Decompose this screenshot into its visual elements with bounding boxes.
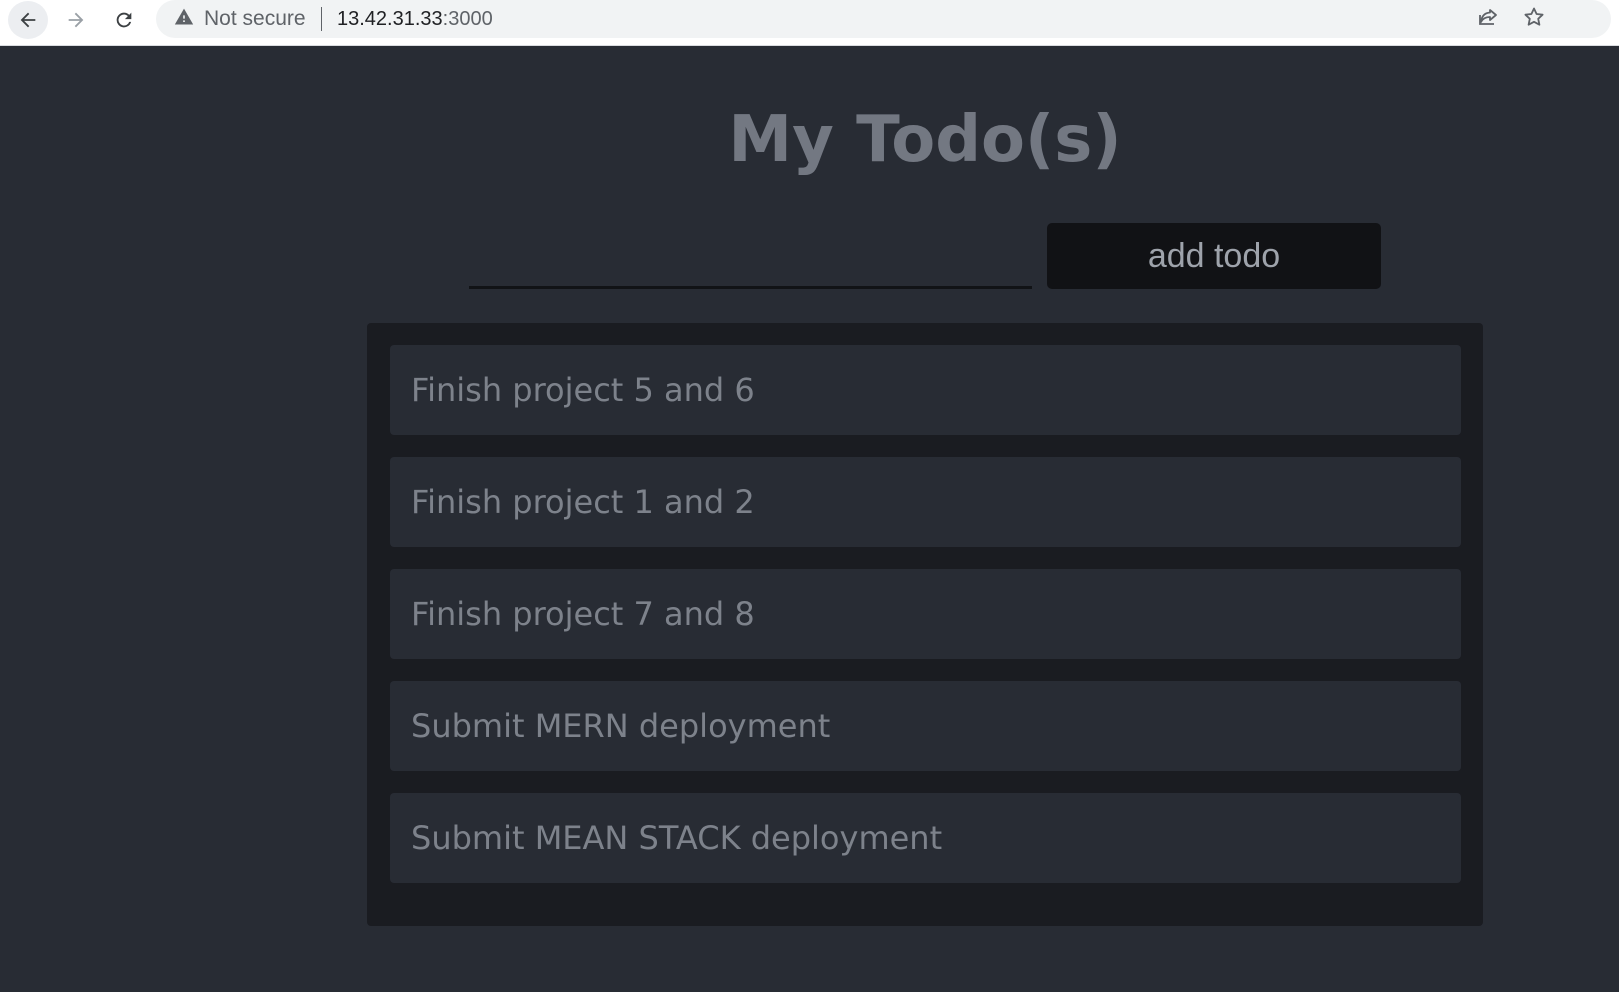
todo-item[interactable]: Finish project 1 and 2 bbox=[390, 457, 1461, 547]
todo-input[interactable] bbox=[469, 228, 1032, 289]
share-button[interactable] bbox=[1473, 4, 1503, 34]
page-title: My Todo(s) bbox=[728, 103, 1122, 177]
add-todo-button[interactable]: add todo bbox=[1047, 223, 1381, 289]
share-icon bbox=[1476, 5, 1500, 33]
reload-button[interactable] bbox=[104, 1, 144, 39]
forward-arrow-icon bbox=[65, 9, 87, 31]
site-security-indicator[interactable]: Not secure bbox=[174, 0, 306, 38]
todo-item[interactable]: Submit MEAN STACK deployment bbox=[390, 793, 1461, 883]
bookmark-button[interactable] bbox=[1519, 4, 1549, 34]
todo-item-text: Finish project 1 and 2 bbox=[411, 483, 755, 521]
reload-icon bbox=[113, 9, 135, 31]
url-port: :3000 bbox=[442, 8, 493, 30]
browser-toolbar: Not secure 13.42.31.33:3000 bbox=[0, 0, 1619, 46]
todo-item-text: Submit MEAN STACK deployment bbox=[411, 819, 943, 857]
security-label: Not secure bbox=[204, 7, 306, 30]
star-icon bbox=[1522, 5, 1546, 33]
url-host: 13.42.31.33 bbox=[337, 8, 443, 30]
todo-item[interactable]: Finish project 7 and 8 bbox=[390, 569, 1461, 659]
forward-button[interactable] bbox=[56, 1, 96, 39]
todo-list: Finish project 5 and 6 Finish project 1 … bbox=[367, 323, 1483, 926]
back-button[interactable] bbox=[8, 1, 48, 39]
omnibox-divider bbox=[321, 7, 322, 31]
address-bar[interactable]: Not secure 13.42.31.33:3000 bbox=[156, 0, 1611, 38]
todo-item-text: Finish project 5 and 6 bbox=[411, 371, 755, 409]
warning-icon bbox=[174, 7, 194, 31]
back-arrow-icon bbox=[17, 9, 39, 31]
todo-item-text: Finish project 7 and 8 bbox=[411, 595, 755, 633]
url-text[interactable]: 13.42.31.33:3000 bbox=[337, 0, 493, 38]
todo-item-text: Submit MERN deployment bbox=[411, 707, 831, 745]
todo-item[interactable]: Finish project 5 and 6 bbox=[390, 345, 1461, 435]
todo-item[interactable]: Submit MERN deployment bbox=[390, 681, 1461, 771]
